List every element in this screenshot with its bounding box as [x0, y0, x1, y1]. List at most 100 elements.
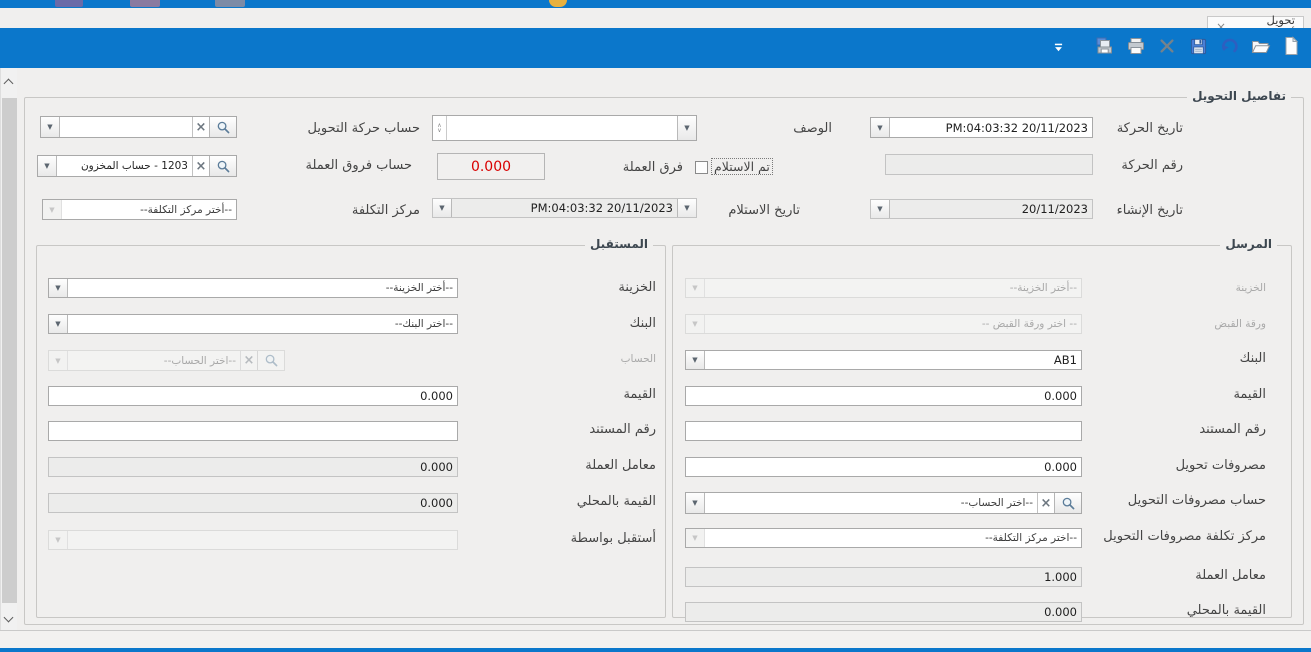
search-icon[interactable] — [209, 117, 236, 137]
scroll-up-icon[interactable] — [4, 79, 14, 89]
print-button[interactable] — [1124, 36, 1148, 60]
chevron-down-icon[interactable]: ▼ — [871, 118, 890, 137]
scrollbar-thumb[interactable] — [2, 98, 17, 603]
label-sender-transfer-fees: مصروفات تحويل — [1176, 458, 1266, 473]
clear-x-icon[interactable]: × — [192, 117, 209, 137]
clear-x-icon[interactable]: × — [1037, 493, 1054, 513]
chevron-down-icon[interactable]: ▼ — [43, 200, 62, 219]
clear-x-icon[interactable]: × — [192, 156, 209, 176]
sender-currency-factor-field: 1.000 — [685, 567, 1082, 587]
vertical-scrollbar[interactable] — [0, 68, 17, 630]
sender-transfer-fees-input[interactable]: 0.000 — [685, 457, 1082, 477]
toolbar-options-button[interactable] — [1046, 36, 1070, 60]
group-title: تفاصيل التحويل — [1187, 89, 1291, 103]
label-sender-bank: البنك — [1240, 351, 1266, 366]
trans-date-field[interactable]: ▼ PM:04:03:32 20/11/2023 — [870, 117, 1093, 138]
save-button[interactable] — [1186, 36, 1210, 60]
chevron-down-icon[interactable]: ▼ — [686, 351, 705, 369]
sender-fees-account-value: --اختر الحساب-- — [705, 493, 1037, 513]
receiver-doc-number-value — [49, 422, 457, 440]
sender-fees-cost-center-value: --اختر مركز التكلفة-- — [705, 529, 1081, 547]
receiver-bank-combo[interactable]: ▼ --اختر البنك-- — [48, 314, 458, 334]
search-icon[interactable] — [209, 156, 236, 176]
chevron-down-icon[interactable]: ▼ — [677, 116, 696, 140]
chevron-down-icon[interactable]: ▼ — [686, 493, 705, 513]
printer-icon — [1126, 36, 1146, 60]
trans-number-field — [885, 154, 1093, 175]
chevron-down-icon[interactable]: ▼ — [41, 117, 60, 137]
label-receiver-currency-factor: معامل العملة — [585, 458, 656, 473]
label-sender-local-amount: القيمة بالمحلي — [1187, 603, 1266, 618]
sender-treasury-combo: ▼ --أختر الخزينة-- — [685, 278, 1082, 298]
trans-date-value: PM:04:03:32 20/11/2023 — [890, 118, 1092, 137]
created-date-field[interactable]: ▼ 20/11/2023 — [870, 199, 1093, 219]
created-date-value: 20/11/2023 — [890, 200, 1092, 218]
sender-transfer-fees-value: 0.000 — [686, 458, 1081, 476]
sender-fees-cost-center-combo[interactable]: ▼ --اختر مركز التكلفة-- — [685, 528, 1082, 548]
receiver-treasury-combo[interactable]: ▼ --أختر الخزينة-- — [48, 278, 458, 298]
sender-fees-account-lookup[interactable]: ▼ --اختر الحساب-- × — [685, 492, 1082, 514]
receive-date-value: PM:04:03:32 20/11/2023 — [452, 199, 677, 217]
spinner-icon[interactable]: ∧∨ — [433, 116, 447, 140]
sender-treasury-value: --أختر الخزينة-- — [705, 279, 1081, 297]
label-cost-center: مركز التكلفة — [352, 203, 420, 218]
sender-local-amount-value: 0.000 — [686, 603, 1081, 621]
label-currency-diff: فرق العملة — [623, 160, 683, 175]
new-document-icon — [1281, 36, 1301, 60]
receiver-amount-input[interactable]: 0.000 — [48, 386, 458, 406]
chevron-down-icon: ▼ — [686, 279, 705, 297]
sender-receipt-note-value: -- اختر ورقة القبض -- — [705, 315, 1081, 333]
diff-account-lookup[interactable]: ▼ 1203 - حساب المخزون × — [37, 155, 237, 177]
sender-amount-input[interactable]: 0.000 — [685, 386, 1082, 406]
undo-button[interactable] — [1217, 36, 1241, 60]
titlebar-artifact — [215, 0, 245, 7]
label-sender-fees-account: حساب مصروفات التحويل — [1128, 493, 1266, 508]
receiver-amount-value: 0.000 — [49, 387, 457, 405]
receiver-doc-number-input[interactable] — [48, 421, 458, 441]
label-description: الوصف — [793, 121, 832, 136]
currency-diff-value: 0.000 — [471, 159, 511, 175]
label-receiver-received-by: أستقبل بواسطة — [571, 531, 656, 546]
chevron-down-icon[interactable]: ▼ — [677, 199, 696, 217]
search-icon[interactable] — [1054, 493, 1081, 513]
open-button[interactable] — [1248, 36, 1272, 60]
chevron-down-icon[interactable]: ▼ — [49, 279, 68, 297]
undo-icon — [1219, 36, 1239, 60]
currency-diff-field: 0.000 — [437, 153, 545, 180]
chevron-down-icon[interactable]: ▼ — [871, 200, 890, 218]
description-input[interactable]: ∧∨ ▼ — [432, 115, 697, 141]
label-sender-amount: القيمة — [1233, 387, 1266, 402]
description-value — [447, 116, 677, 140]
chevron-down-icon[interactable]: ▼ — [686, 529, 705, 547]
sender-currency-factor-value: 1.000 — [686, 568, 1081, 586]
label-trans-number: رقم الحركة — [1121, 158, 1183, 173]
receiver-local-amount-value: 0.000 — [49, 494, 457, 512]
label-receiver-bank: البنك — [630, 316, 656, 331]
chevron-down-icon[interactable]: ▼ — [38, 156, 57, 176]
new-document-button[interactable] — [1279, 36, 1303, 60]
label-receiver-treasury: الخزينة — [618, 280, 656, 295]
chevron-down-icon[interactable]: ▼ — [49, 315, 68, 333]
print-batch-icon — [1095, 36, 1115, 60]
label-sender-fees-cost-center: مركز تكلفة مصروفات التحويل — [1103, 529, 1266, 544]
label-receive-date: تاريخ الاستلام — [728, 203, 800, 218]
label-receiver-account: الحساب — [621, 353, 656, 365]
print-batch-button[interactable] — [1093, 36, 1117, 60]
receiver-currency-factor-value: 0.000 — [49, 458, 457, 476]
chevron-down-icon[interactable]: ▼ — [433, 199, 452, 217]
received-checkbox[interactable] — [695, 161, 708, 174]
receiver-local-amount-field: 0.000 — [48, 493, 458, 513]
receiver-treasury-value: --أختر الخزينة-- — [68, 279, 457, 297]
cost-center-combo[interactable]: ▼ --أختر مركز التكلفة-- — [42, 199, 237, 220]
scroll-down-icon[interactable] — [4, 613, 14, 623]
delete-button[interactable] — [1155, 36, 1179, 60]
diff-account-value: 1203 - حساب المخزون — [57, 156, 192, 176]
move-account-lookup[interactable]: ▼ × — [40, 116, 237, 138]
label-receiver-doc-number: رقم المستند — [589, 422, 656, 437]
receive-date-field[interactable]: ▼ PM:04:03:32 20/11/2023 ▼ — [432, 198, 697, 218]
sender-bank-combo[interactable]: ▼ AB1 — [685, 350, 1082, 370]
open-folder-icon — [1250, 36, 1271, 60]
sender-doc-number-input[interactable] — [685, 421, 1082, 441]
search-icon — [257, 351, 284, 370]
received-checkbox-label[interactable]: تم الاستلام — [711, 158, 773, 175]
